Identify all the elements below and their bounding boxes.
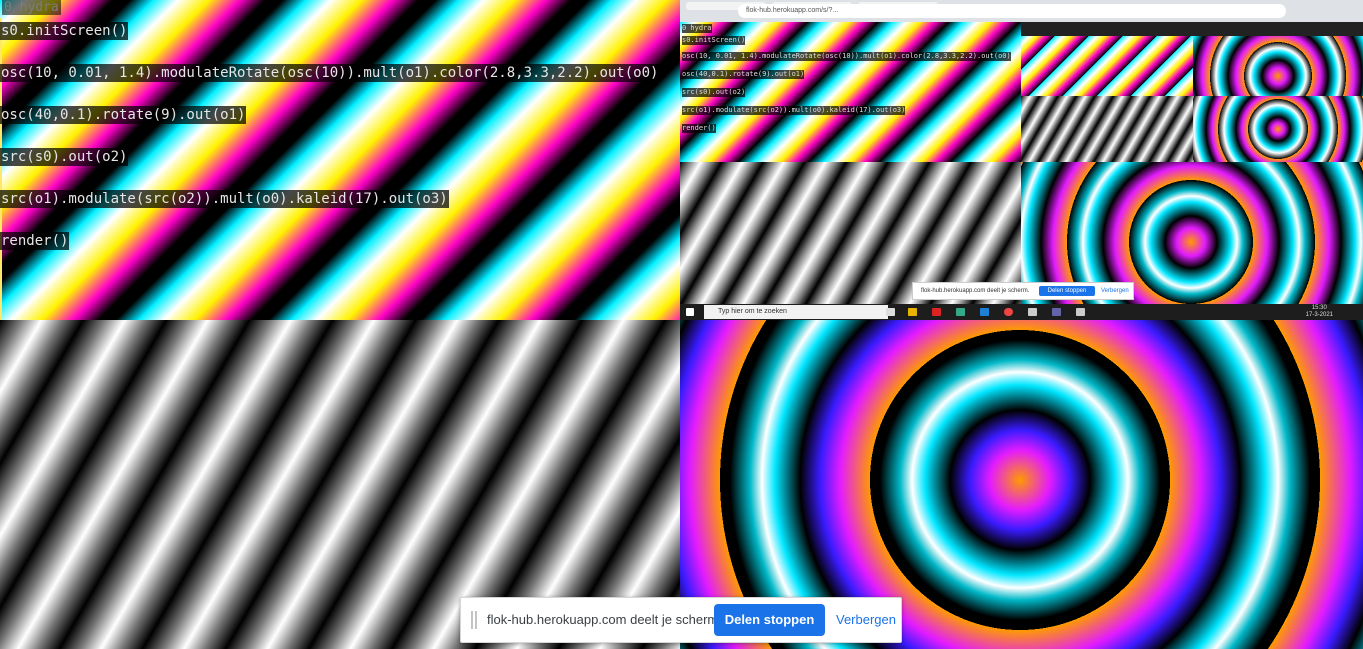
screen-share-bar: flok-hub.herokuapp.com deelt je scherm. … bbox=[460, 597, 902, 643]
code-line[interactable]: render() bbox=[0, 232, 70, 250]
captured-share-text: flok-hub.herokuapp.com deelt je scherm. bbox=[921, 288, 1030, 294]
app-icon bbox=[932, 308, 941, 316]
captured-code-line: s0.initScreen() bbox=[682, 36, 746, 45]
stop-sharing-button[interactable]: Delen stoppen bbox=[714, 604, 825, 636]
captured-recursive-o0 bbox=[1021, 36, 1193, 96]
app-icon bbox=[1028, 308, 1037, 316]
windows-start-icon bbox=[686, 308, 694, 316]
captured-clock: 15:30 17-3-2021 bbox=[1306, 305, 1333, 319]
code-line[interactable]: s0.initScreen() bbox=[0, 22, 129, 40]
captured-code-line: src(o1).modulate(src(o2)).mult(o0).kalei… bbox=[682, 106, 906, 115]
captured-code-line: render() bbox=[682, 124, 716, 133]
captured-taskbar: Typ hier om te zoeken 15:30 17-3-2021 bbox=[680, 304, 1363, 320]
code-line[interactable]: src(s0).out(o2) bbox=[0, 148, 129, 166]
captured-share-bar: flok-hub.herokuapp.com deelt je scherm. … bbox=[912, 282, 1134, 300]
captured-stop-sharing-button: Delen stoppen bbox=[1039, 286, 1095, 296]
folder-icon bbox=[908, 308, 917, 316]
code-line[interactable]: osc(40,0.1).rotate(9).out(o1) bbox=[0, 106, 247, 124]
drag-handle-icon[interactable] bbox=[471, 611, 477, 629]
captured-o2-panel bbox=[1021, 22, 1363, 162]
captured-recursive-o1 bbox=[1021, 96, 1193, 162]
captured-code-line: 0 hydra bbox=[682, 24, 712, 33]
captured-taskbar-search: Typ hier om te zoeken bbox=[704, 305, 888, 319]
teams-icon bbox=[1052, 308, 1061, 316]
code-line[interactable]: osc(10, 0.01, 1.4).modulateRotate(osc(10… bbox=[0, 64, 660, 82]
chrome-icon bbox=[1004, 308, 1013, 316]
captured-recursive-o3 bbox=[1193, 36, 1363, 96]
editor-title: 0 hydra bbox=[2, 0, 61, 15]
captured-o0-panel: 0 hydra s0.initScreen() osc(10, 0.01, 1.… bbox=[680, 22, 1021, 162]
captured-recursive-o3b bbox=[1193, 96, 1363, 162]
hide-share-bar-link[interactable]: Verbergen bbox=[836, 598, 896, 642]
code-line[interactable]: src(o1).modulate(src(o2)).mult(o0).kalei… bbox=[0, 190, 449, 208]
app-icon bbox=[1076, 308, 1085, 316]
app-icon bbox=[956, 308, 965, 316]
output-o2-screen-capture: flok-hub.herokuapp.com/s/?... 0 hydra s0… bbox=[680, 0, 1363, 320]
code-editor[interactable]: 0 hydra s0.initScreen() osc(10, 0.01, 1.… bbox=[0, 0, 680, 320]
captured-hide-link: Verbergen bbox=[1101, 288, 1129, 294]
captured-clock-date: 17-3-2021 bbox=[1305, 312, 1333, 318]
captured-code-line: src(s0).out(o2) bbox=[682, 88, 746, 97]
task-view-icon bbox=[886, 308, 895, 316]
captured-address-bar: flok-hub.herokuapp.com/s/?... bbox=[738, 4, 1286, 18]
captured-code-line: osc(10, 0.01, 1.4).modulateRotate(osc(10… bbox=[682, 52, 1011, 61]
captured-code-line: osc(40,0.1).rotate(9).out(o1) bbox=[682, 70, 805, 79]
share-status-text: flok-hub.herokuapp.com deelt je scherm. bbox=[487, 612, 722, 627]
edge-icon bbox=[980, 308, 989, 316]
captured-clock-time: 15:30 bbox=[1311, 305, 1327, 311]
captured-browser-toolbar: flok-hub.herokuapp.com/s/?... bbox=[680, 0, 1363, 22]
